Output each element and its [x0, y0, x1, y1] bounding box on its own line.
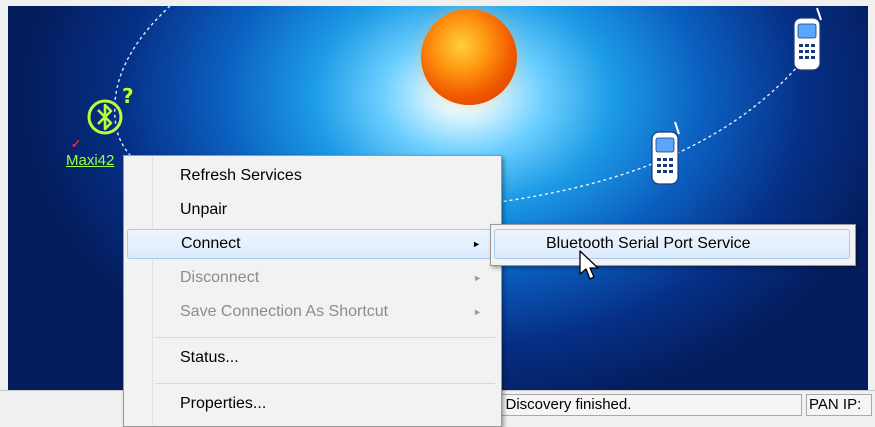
menu-item-bluetooth-serial-port[interactable]: Bluetooth Serial Port Service	[494, 229, 850, 259]
menu-separator	[155, 383, 495, 384]
menu-item-label: Unpair	[180, 201, 228, 218]
menu-separator	[155, 337, 495, 338]
menu-item-save-connection-shortcut[interactable]: Save Connection As Shortcut ►	[127, 297, 496, 327]
menu-item-label: Connect	[181, 235, 241, 252]
menu-item-label: Status...	[180, 349, 239, 366]
menu-item-disconnect[interactable]: Disconnect ►	[127, 263, 496, 293]
menu-item-label: Save Connection As Shortcut	[180, 303, 389, 320]
menu-item-status[interactable]: Status...	[127, 343, 496, 373]
phone-icon[interactable]	[646, 120, 688, 190]
menu-item-label: Bluetooth Serial Port Service	[546, 235, 751, 252]
menu-item-label: Refresh Services	[180, 167, 302, 184]
menu-item-unpair[interactable]: Unpair	[127, 195, 496, 225]
submenu-arrow-icon: ►	[473, 273, 482, 283]
device-label[interactable]: Maxi42	[66, 152, 114, 169]
phone-icon[interactable]	[788, 6, 830, 76]
menu-item-label: Disconnect	[180, 269, 260, 286]
mouse-cursor-icon	[579, 250, 599, 280]
menu-item-refresh-services[interactable]: Refresh Services	[127, 161, 496, 191]
connect-submenu: Bluetooth Serial Port Service	[490, 224, 856, 266]
question-icon: ?	[122, 84, 134, 108]
bluetooth-icon[interactable]	[86, 98, 124, 136]
device-context-menu: Refresh Services Unpair Connect ► Discon…	[123, 155, 502, 427]
submenu-arrow-icon: ►	[473, 307, 482, 317]
menu-item-properties[interactable]: Properties...	[127, 389, 496, 419]
menu-item-label: Properties...	[180, 395, 267, 412]
status-message: e Discovery finished.	[490, 394, 802, 416]
pan-ip-label: PAN IP:	[806, 394, 872, 416]
check-icon: ✓	[71, 137, 82, 151]
menu-item-connect[interactable]: Connect ►	[127, 229, 496, 259]
submenu-arrow-icon: ►	[472, 239, 481, 249]
sun-icon	[421, 9, 517, 105]
